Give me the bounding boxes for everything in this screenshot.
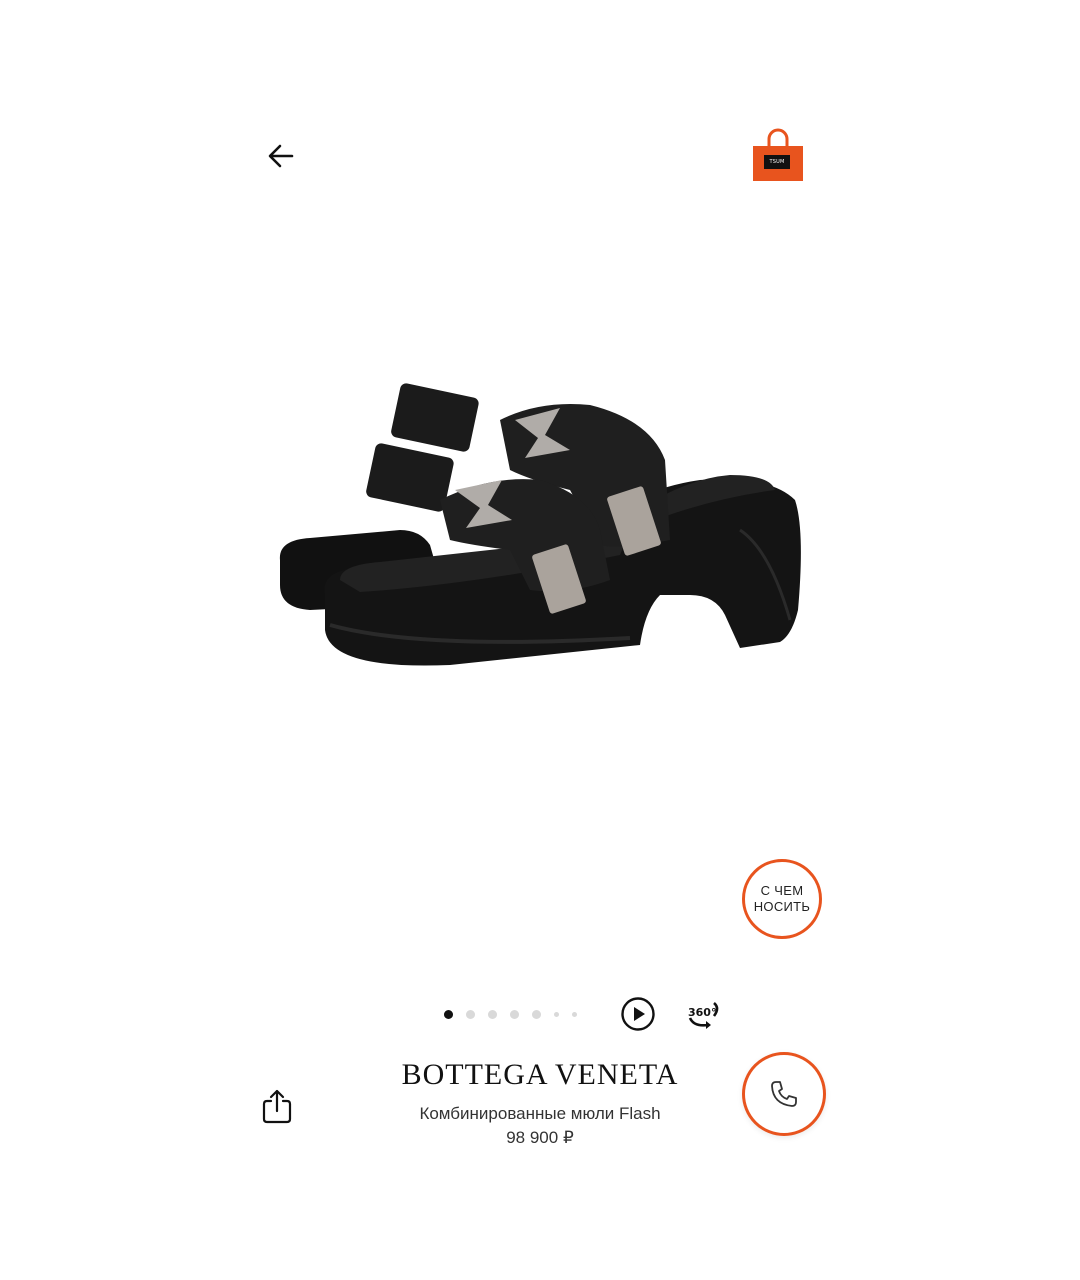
- pagination-dot[interactable]: [532, 1009, 541, 1019]
- product-price: 98 900 ₽: [506, 1128, 574, 1147]
- back-button[interactable]: [262, 136, 302, 176]
- pagination-dot-active[interactable]: [444, 1009, 453, 1019]
- pagination-dot[interactable]: [572, 1011, 577, 1017]
- pagination-dot[interactable]: [554, 1011, 559, 1017]
- product-brand[interactable]: BOTTEGA VENETA: [300, 1058, 780, 1092]
- play-video-button[interactable]: [620, 996, 656, 1032]
- 360-label: 360°: [688, 1006, 716, 1019]
- phone-icon: [771, 1081, 797, 1107]
- call-button[interactable]: [742, 1052, 826, 1136]
- share-icon: [262, 1089, 292, 1124]
- share-button[interactable]: [260, 1088, 294, 1124]
- pagination-dot[interactable]: [510, 1009, 519, 1019]
- product-name: Комбинированные мюли Flash: [419, 1104, 661, 1123]
- bag-logo: TSUM: [764, 155, 790, 169]
- pagination-dot[interactable]: [466, 1009, 475, 1019]
- 360-view-button[interactable]: 360°: [684, 996, 724, 1032]
- shopping-bag-button[interactable]: TSUM: [752, 128, 804, 182]
- gallery-pagination: [444, 1008, 577, 1020]
- play-icon: [621, 997, 655, 1031]
- product-image[interactable]: [270, 380, 810, 700]
- what-to-wear-button[interactable]: С ЧЕМ НОСИТЬ: [742, 859, 822, 939]
- what-to-wear-label: С ЧЕМ НОСИТЬ: [753, 883, 811, 914]
- 360-icon: 360°: [688, 1002, 719, 1029]
- pagination-dot[interactable]: [488, 1009, 497, 1019]
- arrow-left-icon: [268, 144, 294, 168]
